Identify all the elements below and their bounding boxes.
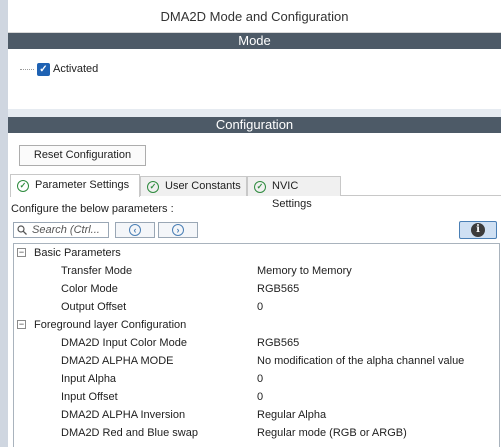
tab-label: Parameter Settings — [35, 179, 130, 191]
param-row[interactable]: DMA2D Red and Blue swap Regular mode (RG… — [14, 424, 499, 442]
activated-label[interactable]: Activated — [53, 63, 98, 76]
param-row[interactable]: Input Offset 0 — [14, 388, 499, 406]
param-name: DMA2D Red and Blue swap — [61, 427, 198, 439]
search-icon — [17, 225, 27, 235]
check-circle-icon: ✓ — [147, 181, 159, 193]
param-name: Output Offset — [61, 301, 127, 313]
param-name: Input Alpha — [61, 373, 117, 385]
mode-configuration-panel: DMA2D Mode and Configuration Mode ✓ Acti… — [8, 0, 501, 447]
param-row[interactable]: DMA2D Input Color Mode RGB565 — [14, 334, 499, 352]
parameter-grid: − Basic Parameters Transfer Mode Memory … — [13, 243, 500, 447]
search-placeholder: Search (Ctrl... — [32, 224, 100, 236]
check-circle-icon: ✓ — [17, 180, 29, 192]
param-value[interactable]: 0 — [257, 298, 263, 316]
chevron-right-icon: › — [172, 224, 184, 236]
param-row[interactable]: Input Alpha 0 — [14, 370, 499, 388]
check-circle-icon: ✓ — [254, 181, 266, 193]
group-row-basic-parameters[interactable]: − Basic Parameters — [14, 244, 499, 262]
activated-checkbox[interactable]: ✓ — [37, 63, 50, 76]
param-name: DMA2D Input Color Mode — [61, 337, 187, 349]
param-name: Transfer Mode — [61, 265, 133, 277]
param-row[interactable]: Color Mode RGB565 — [14, 280, 499, 298]
info-icon: i — [471, 223, 485, 237]
tab-bar: ✓ Parameter Settings ✓ User Constants ✓ … — [10, 174, 501, 210]
param-value[interactable]: No modification of the alpha channel val… — [257, 352, 464, 370]
param-value[interactable]: Memory to Memory — [257, 262, 352, 280]
group-row-foreground-layer[interactable]: − Foreground layer Configuration — [14, 316, 499, 334]
tab-user-constants[interactable]: ✓ User Constants — [140, 176, 247, 196]
param-value[interactable]: RGB565 — [257, 280, 299, 298]
tab-parameter-settings[interactable]: ✓ Parameter Settings — [10, 174, 140, 197]
tree-connector — [20, 69, 34, 70]
mode-section-header: Mode — [8, 33, 501, 49]
group-label: Basic Parameters — [34, 247, 121, 259]
collapse-icon[interactable]: − — [17, 248, 26, 257]
param-row[interactable]: Transfer Mode Memory to Memory — [14, 262, 499, 280]
group-label: Foreground layer Configuration — [34, 319, 187, 331]
tab-nvic-settings[interactable]: ✓ NVIC Settings — [247, 176, 341, 210]
collapse-icon[interactable]: − — [17, 320, 26, 329]
param-value[interactable]: Regular Alpha — [257, 406, 326, 424]
search-next-button[interactable]: › — [158, 222, 198, 238]
panel-title: DMA2D Mode and Configuration — [8, 0, 501, 33]
param-name: Input Offset — [61, 391, 118, 403]
search-previous-button[interactable]: ‹ — [115, 222, 155, 238]
info-button[interactable]: i — [459, 221, 497, 239]
param-row[interactable]: DMA2D ALPHA MODE No modification of the … — [14, 352, 499, 370]
param-name: Color Mode — [61, 283, 118, 295]
left-panel-edge — [0, 0, 8, 447]
mode-section-body: ✓ Activated — [8, 49, 501, 109]
configuration-section-body: Reset Configuration ✓ Parameter Settings… — [8, 133, 501, 447]
configuration-section-header: Configuration — [8, 117, 501, 133]
tab-label: NVIC Settings — [272, 180, 312, 210]
param-row[interactable]: DMA2D ALPHA Inversion Regular Alpha — [14, 406, 499, 424]
param-name: DMA2D ALPHA MODE — [61, 355, 174, 367]
param-value[interactable]: Regular mode (RGB or ARGB) — [257, 424, 407, 442]
search-input[interactable]: Search (Ctrl... — [13, 222, 109, 238]
param-value[interactable]: 0 — [257, 370, 263, 388]
param-row[interactable]: Output Offset 0 — [14, 298, 499, 316]
param-value[interactable]: RGB565 — [257, 334, 299, 352]
reset-configuration-button[interactable]: Reset Configuration — [19, 145, 146, 166]
section-divider — [8, 109, 501, 117]
param-value[interactable]: 0 — [257, 388, 263, 406]
chevron-left-icon: ‹ — [129, 224, 141, 236]
configure-instruction: Configure the below parameters : — [11, 203, 174, 215]
tab-label: User Constants — [165, 180, 241, 192]
param-name: DMA2D ALPHA Inversion — [61, 409, 186, 421]
